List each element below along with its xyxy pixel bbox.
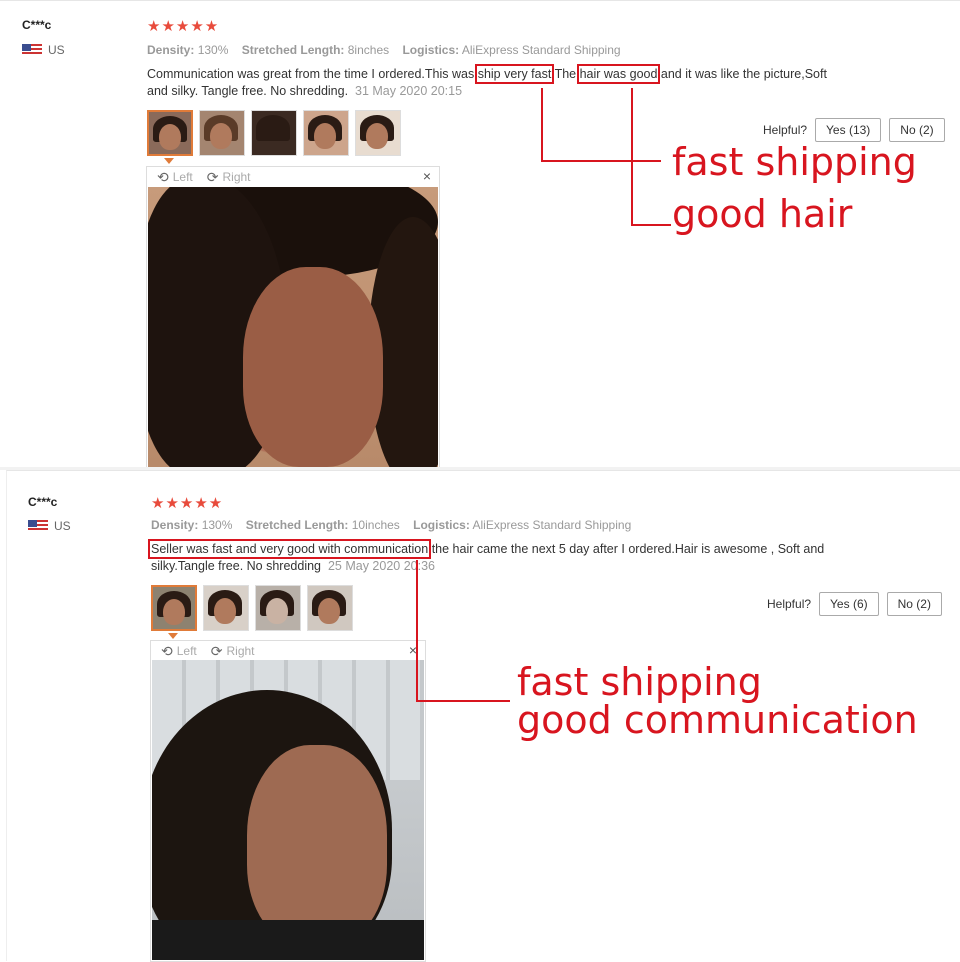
active-thumb-caret xyxy=(168,633,178,639)
thumbnail-1[interactable] xyxy=(151,585,197,631)
thumbnail-3[interactable] xyxy=(251,110,297,156)
annotation-connector xyxy=(631,224,671,226)
reviewer-name: C***c xyxy=(28,495,58,509)
helpful-no-button[interactable]: No (2) xyxy=(886,592,942,616)
rotate-left-label: Left xyxy=(172,170,193,184)
review-text-part: The xyxy=(551,67,580,81)
review-meta: Density: 130% Stretched Length: 10inches… xyxy=(151,518,631,532)
rotate-left-icon: ⟲ xyxy=(161,642,173,659)
viewer-toolbar: ⟲ Left ⟳ Right × xyxy=(147,167,439,187)
helpful-controls: Helpful? Yes (13) No (2) xyxy=(763,118,945,142)
helpful-label: Helpful? xyxy=(767,597,812,611)
us-flag-icon xyxy=(28,520,48,532)
annotation-good-communication: good communication xyxy=(517,698,918,742)
rotate-left-label: Left xyxy=(176,644,197,658)
highlight-ship-fast: ship very fast xyxy=(474,64,555,84)
highlight-hair-good: hair was good xyxy=(576,64,661,84)
rotate-right-label: Right xyxy=(222,170,251,184)
review-text-part: Communication was great from the time I … xyxy=(147,67,478,81)
rotate-left-button[interactable]: ⟲ Left xyxy=(157,169,193,186)
helpful-label: Helpful? xyxy=(763,123,808,137)
density-value: 130% xyxy=(201,518,233,532)
length-value: 8inches xyxy=(347,43,390,57)
country-label: US xyxy=(48,43,65,57)
logistics-value: AliExpress Standard Shipping xyxy=(472,518,632,532)
reviewer-name: C***c xyxy=(22,18,52,32)
review-meta: Density: 130% Stretched Length: 8inches … xyxy=(147,43,621,57)
thumbnail-2[interactable] xyxy=(203,585,249,631)
helpful-no-button[interactable]: No (2) xyxy=(889,118,945,142)
thumbnail-4[interactable] xyxy=(303,110,349,156)
thumbnail-1[interactable] xyxy=(147,110,193,156)
review-text: Seller was fast and very good with commu… xyxy=(147,539,861,575)
active-thumb-caret xyxy=(164,158,174,164)
density-value: 130% xyxy=(197,43,229,57)
rotate-left-icon: ⟲ xyxy=(157,168,169,185)
highlight-seller-communication: Seller was fast and very good with commu… xyxy=(147,539,432,559)
density-label: Density: xyxy=(147,43,195,57)
annotation-connector xyxy=(416,560,418,702)
annotation-connector xyxy=(416,700,510,702)
review-thumbnails xyxy=(147,110,401,156)
length-label: Stretched Length: xyxy=(241,43,345,57)
thumbnail-4[interactable] xyxy=(307,585,353,631)
helpful-yes-button[interactable]: Yes (6) xyxy=(819,592,879,616)
logistics-label: Logistics: xyxy=(402,43,460,57)
us-flag-icon xyxy=(22,44,42,56)
thumbnail-2[interactable] xyxy=(199,110,245,156)
rating-stars: ★★★★★ xyxy=(147,18,220,35)
logistics-value: AliExpress Standard Shipping xyxy=(461,43,621,57)
reviewer-country: US xyxy=(22,43,65,57)
annotation-connector xyxy=(541,160,661,162)
annotation-fast-shipping: fast shipping xyxy=(672,140,917,184)
rating-stars: ★★★★★ xyxy=(151,495,224,512)
close-icon[interactable]: × xyxy=(423,168,431,184)
rotate-right-icon: ⟳ xyxy=(206,168,219,185)
annotation-connector xyxy=(541,88,543,162)
helpful-yes-button[interactable]: Yes (13) xyxy=(815,118,882,142)
rotate-right-icon: ⟳ xyxy=(210,642,223,659)
rotate-right-label: Right xyxy=(226,644,255,658)
country-label: US xyxy=(54,519,71,533)
logistics-label: Logistics: xyxy=(413,518,470,532)
thumbnail-5[interactable] xyxy=(355,110,401,156)
rotate-right-button[interactable]: ⟳ Right xyxy=(207,169,251,186)
review-photo xyxy=(148,187,438,468)
annotation-good-hair: good hair xyxy=(672,192,853,236)
rotate-right-button[interactable]: ⟳ Right xyxy=(211,643,255,660)
density-label: Density: xyxy=(151,518,199,532)
viewer-toolbar: ⟲ Left ⟳ Right × xyxy=(151,641,425,661)
length-label: Stretched Length: xyxy=(245,518,349,532)
rotate-left-button[interactable]: ⟲ Left xyxy=(161,643,197,660)
review-date: 25 May 2020 20:36 xyxy=(327,559,435,573)
review-photo xyxy=(152,660,424,960)
review-date: 31 May 2020 20:15 xyxy=(355,84,463,98)
helpful-controls: Helpful? Yes (6) No (2) xyxy=(767,592,942,616)
length-value: 10inches xyxy=(351,518,400,532)
review-text: Communication was great from the time I … xyxy=(147,64,827,100)
reviewer-country: US xyxy=(28,519,71,533)
thumbnail-3[interactable] xyxy=(255,585,301,631)
annotation-connector xyxy=(631,88,633,226)
review-thumbnails xyxy=(151,585,353,631)
